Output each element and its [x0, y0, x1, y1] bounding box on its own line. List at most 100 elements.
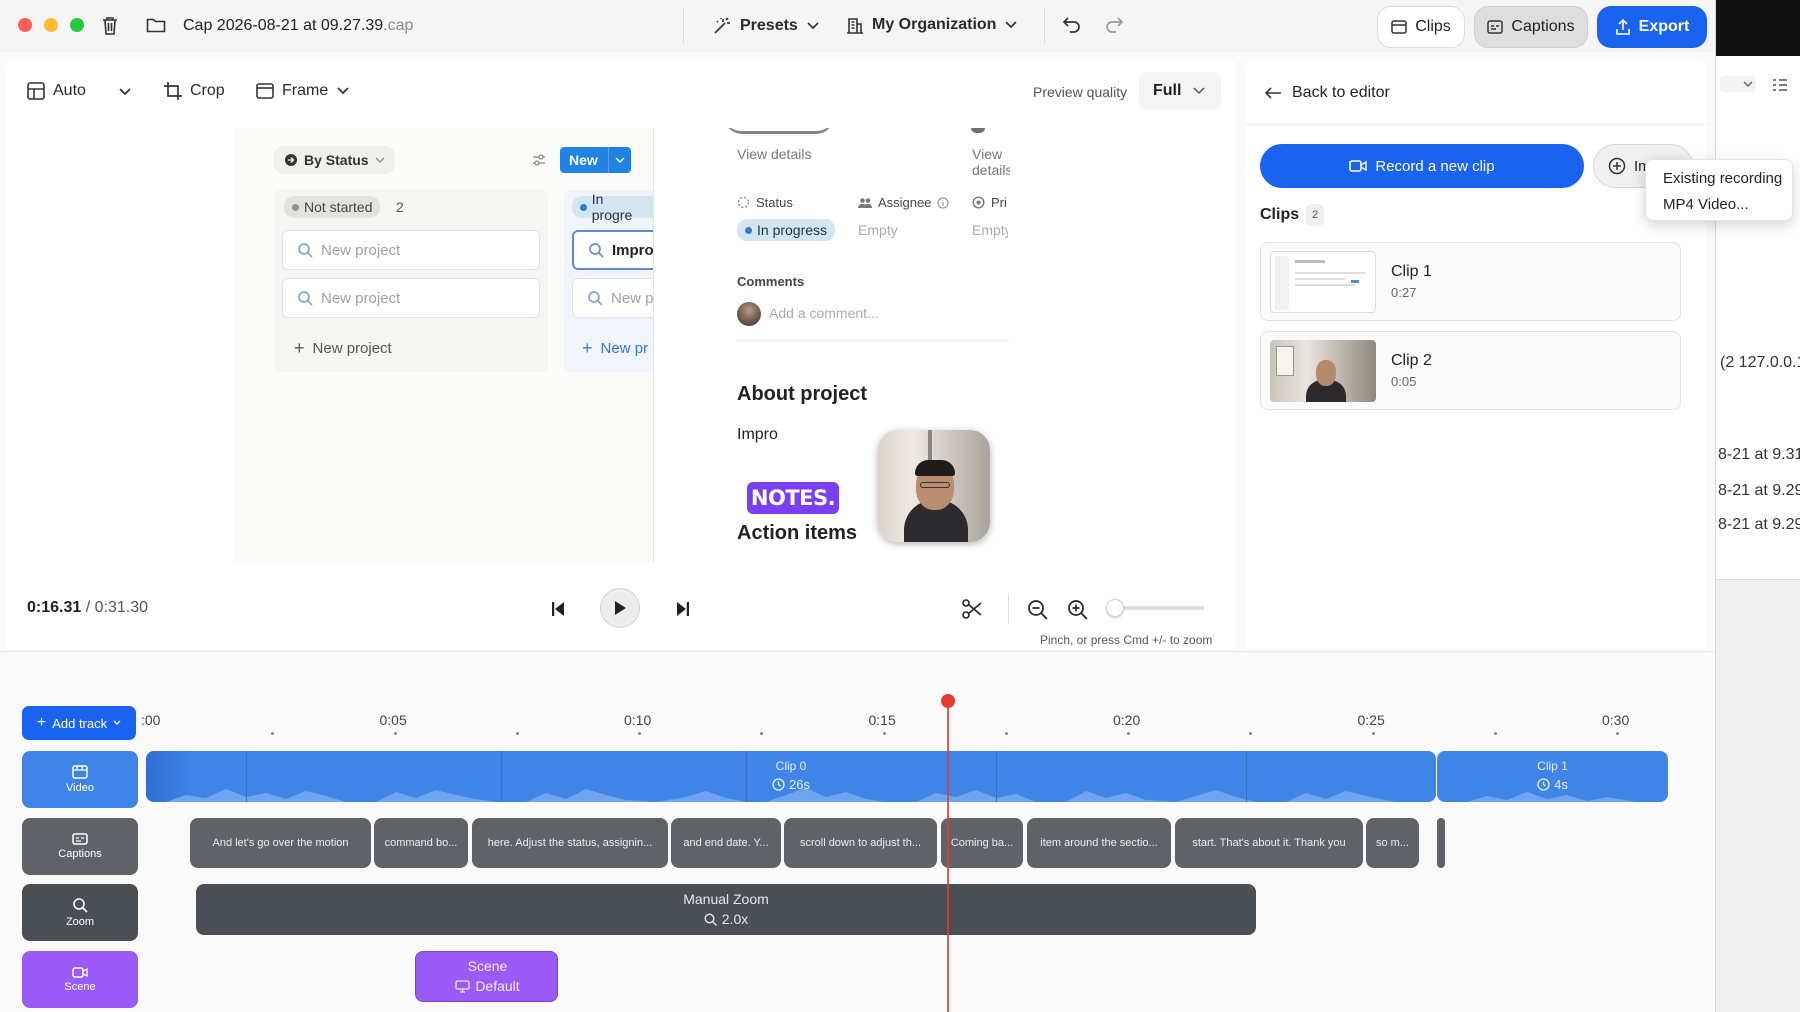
webcam-overlay[interactable] [878, 430, 990, 542]
thumb-window [1276, 346, 1294, 376]
video-track-button[interactable]: Video [22, 751, 138, 808]
video-track-label: Video [66, 782, 94, 794]
import-menu-item-mp4-video[interactable]: MP4 Video... [1663, 196, 1749, 213]
captions-tab-button[interactable]: Captions [1474, 6, 1588, 48]
scene-track-button[interactable]: Scene [22, 951, 138, 1008]
caption-chip[interactable]: item around the sectio... [1027, 818, 1171, 868]
clip-list-item[interactable]: Clip 1 0:27 [1260, 242, 1681, 321]
in-progress-tag: In progre [572, 191, 654, 223]
playhead[interactable] [940, 694, 955, 1012]
person-glasses [920, 482, 950, 488]
organization-button[interactable]: My Organization [846, 16, 1018, 34]
trash-icon[interactable] [101, 16, 119, 36]
skip-back-icon[interactable] [551, 601, 565, 617]
back-to-editor-button[interactable]: Back to editor [1264, 84, 1390, 102]
chevron-down-icon[interactable] [118, 87, 132, 97]
zoom-out-icon[interactable] [1027, 599, 1049, 621]
play-button[interactable] [600, 588, 640, 628]
magnifier-icon [704, 912, 717, 926]
file-name-base: Cap 2026-08-21 at 09.27.39 [183, 17, 384, 34]
tick-mark [1004, 732, 1008, 735]
status-dot [580, 203, 587, 211]
tick-mark [515, 732, 519, 735]
folder-icon[interactable] [146, 17, 166, 34]
clips-tab-button[interactable]: Clips [1377, 6, 1465, 48]
captions-track-label: Captions [58, 848, 102, 860]
zoom-slider-thumb[interactable] [1105, 599, 1124, 617]
import-menu: Existing recording MP4 Video... [1645, 159, 1793, 221]
zoom-window-button[interactable] [70, 18, 84, 32]
presets-button[interactable]: Presets [712, 16, 820, 36]
zoom-slider[interactable] [1105, 599, 1204, 617]
video-clip-segment[interactable]: Clip 0 26s [146, 751, 1436, 802]
close-window-button[interactable] [18, 18, 32, 32]
record-new-clip-label: Record a new clip [1375, 157, 1495, 175]
board-card: New project [282, 230, 540, 270]
magic-wand-icon [714, 17, 730, 34]
clip-name: Clip 2 [1391, 352, 1432, 369]
caption-chip[interactable]: And let's go over the motion [190, 818, 371, 868]
preview-board-area: By Status New Not started 2 New project [234, 128, 672, 562]
project-text: Impro [737, 426, 778, 443]
divider [0, 651, 1715, 652]
caption-chip[interactable]: here. Adjust the status, assignin... [472, 818, 668, 868]
tick-label: 0:30 [1602, 712, 1630, 728]
file-extension: .cap [383, 17, 414, 34]
zoom-track-button[interactable]: Zoom [22, 884, 138, 941]
undo-icon[interactable] [1062, 15, 1082, 35]
chevron-down-icon [615, 157, 625, 163]
chevron-down-icon [1193, 87, 1205, 95]
caption-chip[interactable]: so m... [1366, 818, 1419, 868]
captions-track-button[interactable]: Captions [22, 818, 138, 875]
import-menu-item-existing-recording[interactable]: Existing recording [1663, 170, 1782, 187]
background-app-panel: (2 127.0.0.1 8-21 at 9.31 8-21 at 9.29 8… [1716, 56, 1800, 580]
add-new-project-label: New pr [600, 340, 649, 357]
tick-mark [1371, 732, 1375, 735]
crop-button[interactable]: Crop [164, 82, 225, 100]
layout-auto-button[interactable]: Auto [27, 82, 86, 100]
captions-tab-label: Captions [1511, 18, 1575, 35]
zoom-in-icon[interactable] [1067, 599, 1089, 621]
tick-mark [1127, 732, 1130, 735]
clips-icon [1391, 20, 1407, 34]
clip-list-item[interactable]: Clip 2 0:05 [1260, 331, 1681, 410]
thumb-line [1295, 278, 1345, 280]
video-clip-segment[interactable]: Clip 1 4s [1437, 751, 1668, 802]
frame-button[interactable]: Frame [256, 82, 350, 100]
caption-chip-small[interactable] [1437, 818, 1445, 868]
clips-heading: Clips [1260, 206, 1300, 223]
status-icon [737, 196, 750, 209]
not-started-count: 2 [396, 199, 404, 215]
export-button[interactable]: Export [1597, 6, 1707, 48]
redo-icon[interactable] [1104, 15, 1124, 35]
frame-icon [256, 83, 274, 99]
skip-forward-icon[interactable] [676, 601, 690, 617]
caption-chip[interactable]: scroll down to adjust th... [784, 818, 937, 868]
organization-label: My Organization [872, 16, 997, 33]
divider [1008, 594, 1009, 624]
add-new-project-progress: + New pr [582, 338, 648, 359]
caption-chip[interactable]: start. That's about it. Thank you [1175, 818, 1363, 868]
layout-auto-label: Auto [53, 82, 86, 99]
cap-editor-window: Cap 2026-08-21 at 09.27.39.cap Presets M… [0, 0, 1716, 1012]
add-track-button[interactable]: + Add track [22, 706, 136, 740]
caption-chip[interactable]: command bo... [374, 818, 468, 868]
status-dot [745, 226, 752, 234]
status-property-label: Status [756, 195, 793, 210]
record-new-clip-button[interactable]: Record a new clip [1260, 144, 1584, 188]
tick-mark [882, 732, 886, 735]
scissors-icon[interactable] [961, 598, 983, 620]
zoom-segment-name: Manual Zoom [683, 891, 769, 907]
scene-track-icon [72, 967, 88, 978]
preview-quality-select[interactable]: Full [1139, 72, 1221, 110]
minimize-window-button[interactable] [44, 18, 58, 32]
building-icon [847, 18, 863, 34]
caption-chip[interactable]: and end date. Y... [671, 818, 781, 868]
file-name: Cap 2026-08-21 at 09.27.39.cap [183, 17, 413, 35]
scene-segment[interactable]: Scene Default [415, 951, 558, 1002]
zoom-segment[interactable]: Manual Zoom 2.0x [196, 884, 1256, 935]
clock-icon [1537, 778, 1550, 791]
person-hair [915, 460, 955, 476]
arrow-left-icon [1264, 87, 1281, 99]
clip-duration: 0:05 [1391, 374, 1417, 389]
